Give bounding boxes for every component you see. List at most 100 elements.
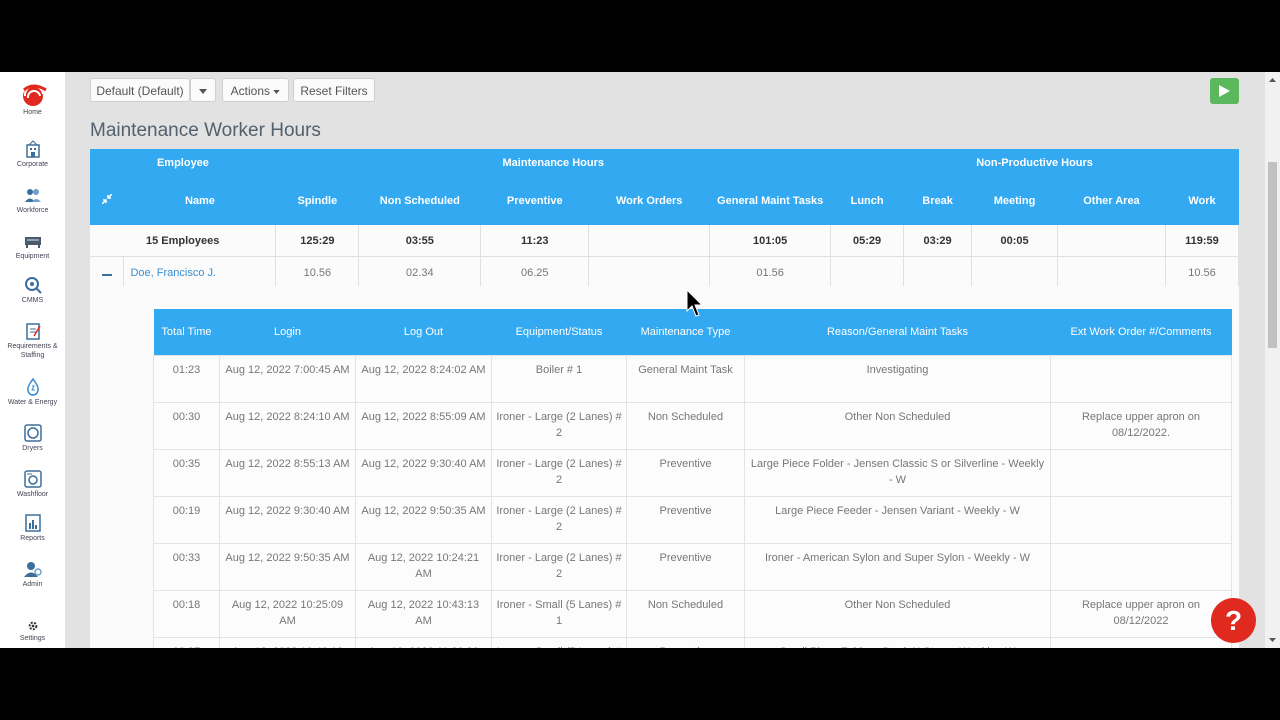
view-dropdown-toggle[interactable]: [190, 78, 216, 102]
col-general-maint-tasks[interactable]: General Maint Tasks: [709, 177, 831, 225]
col-other-area[interactable]: Other Area: [1057, 177, 1166, 225]
run-button[interactable]: [1210, 78, 1239, 104]
sidebar-item-reports[interactable]: Reports: [0, 514, 65, 543]
employee-cell: 02.34: [358, 256, 482, 289]
dryer-icon: [23, 424, 42, 442]
sidebar-item-dryers[interactable]: Dryers: [0, 424, 65, 453]
collapse-row-button[interactable]: [90, 256, 125, 289]
detail-col-login[interactable]: Login: [219, 309, 356, 356]
minus-icon: [101, 273, 112, 276]
detail-cell: Aug 12, 2022 10:43:13 AM: [355, 590, 492, 638]
col-work[interactable]: Work: [1165, 177, 1239, 225]
detail-cell: Ironer - American Sylon and Super Sylon …: [744, 543, 1051, 591]
caret-down-icon: [273, 89, 281, 94]
reset-filters-button[interactable]: Reset Filters: [293, 78, 375, 102]
detail-col-reason[interactable]: Reason/General Maint Tasks: [744, 309, 1051, 356]
detail-cell: General Maint Task: [626, 355, 745, 403]
sidebar-item-water-energy[interactable]: Water & Energy: [0, 378, 65, 407]
water-drop-icon: [26, 378, 39, 396]
hours-table: Employee Maintenance Hours Non-Productiv…: [90, 149, 1240, 289]
detail-cell: Ironer - Large (2 Lanes) # 2: [491, 402, 627, 450]
sidebar-item-corporate[interactable]: Corporate: [0, 140, 65, 169]
washer-icon: [23, 470, 42, 488]
detail-cell: Small Piece Folder - Stack N Store - Wee…: [744, 637, 1051, 648]
employee-cell: 10.56: [1165, 256, 1240, 289]
summary-cell: 119:59: [1165, 225, 1240, 257]
report-icon: [24, 514, 41, 532]
detail-cell: [1050, 496, 1232, 544]
collapse-all-button[interactable]: [90, 177, 124, 225]
detail-cell: Aug 12, 2022 10:25:09 AM: [219, 590, 356, 638]
detail-cell: 00:30: [153, 402, 220, 450]
summary-cell: [588, 225, 711, 257]
building-icon: [25, 140, 40, 158]
sidebar-item-workforce[interactable]: Workforce: [0, 186, 65, 215]
summary-cell: [1057, 225, 1166, 257]
summary-employee-count: 15 Employees: [90, 225, 277, 257]
col-name[interactable]: Name: [123, 177, 276, 225]
sidebar-item-label: Corporate: [16, 161, 49, 168]
compress-icon: [101, 193, 113, 205]
app-window: Home Corporate Workforce Equipment CMMS …: [0, 72, 1280, 648]
sidebar-item-home[interactable]: Home: [0, 82, 65, 117]
col-work-orders[interactable]: Work Orders: [588, 177, 710, 225]
detail-col-equipment-status[interactable]: Equipment/Status: [491, 309, 627, 356]
detail-table: Total Time Login Log Out Equipment/Statu…: [153, 309, 1232, 648]
view-select-button[interactable]: Default (Default): [90, 78, 190, 102]
detail-col-total-time[interactable]: Total Time: [153, 309, 220, 356]
sidebar-item-label: Requirements & Staffing: [7, 343, 58, 359]
col-meeting[interactable]: Meeting: [971, 177, 1058, 225]
help-button[interactable]: ?: [1211, 598, 1256, 643]
detail-cell: Aug 12, 2022 8:55:13 AM: [219, 449, 356, 497]
detail-cell: Aug 12, 2022 11:20:30 AM: [355, 637, 492, 648]
gear-icon: [28, 621, 37, 631]
play-icon: [1219, 85, 1230, 97]
col-lunch[interactable]: Lunch: [830, 177, 904, 225]
scrollbar-thumb[interactable]: [1268, 162, 1277, 348]
detail-cell: Preventive: [626, 449, 745, 497]
employee-cell: [830, 256, 905, 289]
detail-col-logout[interactable]: Log Out: [355, 309, 492, 356]
summary-row: 15 Employees 125:29 03:55 11:23 101:05 0…: [90, 225, 1240, 257]
detail-cell: 00:37: [153, 637, 220, 648]
sidebar-item-label: CMMS: [21, 297, 44, 304]
detail-row: 00:33 Aug 12, 2022 9:50:35 AM Aug 12, 20…: [153, 543, 1232, 591]
sidebar-item-equipment[interactable]: Equipment: [0, 232, 65, 261]
detail-cell: Replace upper apron on 08/12/2022: [1050, 590, 1232, 638]
sidebar-item-settings[interactable]: Settings: [0, 620, 65, 643]
group-non-productive-hours: Non-Productive Hours: [830, 149, 1239, 177]
magnifier-icon: [24, 277, 42, 294]
detail-row: 00:35 Aug 12, 2022 8:55:13 AM Aug 12, 20…: [153, 449, 1232, 497]
detail-col-comments[interactable]: Ext Work Order #/Comments: [1050, 309, 1232, 356]
summary-cell: 00:05: [971, 225, 1058, 257]
col-spindle[interactable]: Spindle: [275, 177, 359, 225]
detail-cell: Aug 12, 2022 9:30:40 AM: [219, 496, 356, 544]
sidebar-item-label: Equipment: [15, 253, 50, 260]
sidebar-item-label: Admin: [22, 581, 43, 588]
vertical-scrollbar[interactable]: [1265, 72, 1280, 648]
sidebar-item-label: Workforce: [16, 207, 49, 214]
sidebar-item-requirements[interactable]: Requirements & Staffing: [0, 322, 65, 360]
detail-cell: Ironer - Small (5 Lanes) # 1: [491, 637, 627, 648]
sidebar-item-label: Water & Energy: [7, 399, 58, 406]
actions-label: Actions: [230, 84, 270, 98]
detail-row: 01:23 Aug 12, 2022 7:00:45 AM Aug 12, 20…: [153, 355, 1232, 403]
col-non-scheduled[interactable]: Non Scheduled: [358, 177, 481, 225]
col-break[interactable]: Break: [903, 177, 972, 225]
scroll-up-arrow-icon[interactable]: [1265, 74, 1280, 86]
detail-cell: Ironer - Large (2 Lanes) # 2: [491, 496, 627, 544]
sidebar-item-cmms[interactable]: CMMS: [0, 276, 65, 305]
scroll-down-arrow-icon[interactable]: [1265, 634, 1280, 646]
detail-cell: Preventive: [626, 496, 745, 544]
detail-cell: Preventive: [626, 543, 745, 591]
sidebar-item-washfloor[interactable]: Washfloor: [0, 470, 65, 499]
detail-cell: Other Non Scheduled: [744, 590, 1051, 638]
employee-name-link[interactable]: Doe, Francisco J.: [123, 256, 277, 289]
detail-cell: Aug 12, 2022 8:55:09 AM: [355, 402, 492, 450]
admin-user-icon: [23, 562, 42, 577]
detail-cell: Other Non Scheduled: [744, 402, 1051, 450]
col-preventive[interactable]: Preventive: [480, 177, 589, 225]
sidebar-item-admin[interactable]: Admin: [0, 560, 65, 589]
actions-button[interactable]: Actions: [222, 78, 289, 102]
summary-cell: 05:29: [830, 225, 905, 257]
